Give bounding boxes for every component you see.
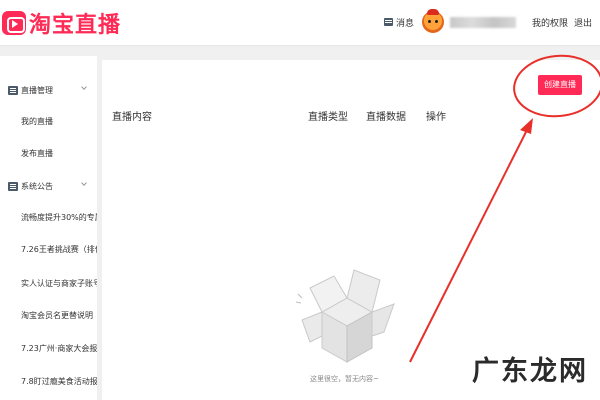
watermark: 广东龙网 (472, 356, 588, 387)
sidebar-item-announcement[interactable]: 淘宝会员名更替说明 (0, 308, 97, 324)
chevron-down-icon (81, 180, 87, 186)
sidebar-group-label: 直播管理 (21, 85, 53, 95)
my-permissions-link[interactable]: 我的权限 (532, 16, 568, 29)
sidebar-group-label: 系统公告 (21, 181, 53, 191)
sidebar-item-publish-live[interactable]: 发布直播 (0, 146, 97, 162)
empty-state-text: 这里很空，暂无内容~ (310, 375, 379, 383)
sidebar-item-announcement[interactable]: 实人认证与商家子账号开 (0, 276, 97, 292)
messages-link[interactable]: 消息 (383, 16, 414, 29)
column-header-data: 直播数据 (366, 112, 406, 123)
logout-link[interactable]: 退出 (574, 16, 592, 29)
live-logo-icon (2, 11, 26, 35)
sidebar-item-announcement[interactable]: 7.23广州·商家大会报名 (0, 341, 97, 357)
list-icon (8, 85, 18, 95)
sidebar-item-announcement[interactable]: 7.26王者挑战赛（排位赛 (0, 242, 97, 258)
taobao-live-logo[interactable]: 淘宝直播 (2, 8, 121, 38)
list-icon (8, 181, 18, 191)
column-header-actions: 操作 (426, 112, 446, 123)
sidebar-item-my-live[interactable]: 我的直播 (0, 114, 97, 130)
create-live-button[interactable]: 创建直播 (538, 75, 582, 95)
header-actions: 消息 我的权限 退出 (383, 9, 592, 34)
username-redacted (449, 16, 516, 28)
message-icon (383, 18, 393, 26)
sidebar-group-announcements[interactable]: 系统公告 (0, 178, 97, 194)
avatar[interactable] (421, 9, 444, 33)
column-header-type: 直播类型 (308, 112, 348, 123)
column-header-content: 直播内容 (112, 112, 152, 123)
sidebar-item-announcement[interactable]: 流畅度提升30%的专属直 (0, 210, 97, 226)
sidebar-item-announcement[interactable]: 7.8盯过瘾美食活动报名 (0, 374, 97, 390)
sidebar: 直播管理 我的直播 发布直播 系统公告 流畅度提升30%的专属直 7.26王者挑… (0, 56, 97, 400)
chevron-down-icon (81, 84, 87, 90)
top-header: 淘宝直播 消息 我的权限 退出 (0, 0, 600, 46)
messages-label: 消息 (395, 18, 414, 29)
empty-box-illustration (295, 269, 395, 363)
logo-text: 淘宝直播 (29, 13, 122, 38)
sidebar-group-live-management[interactable]: 直播管理 (0, 82, 97, 98)
